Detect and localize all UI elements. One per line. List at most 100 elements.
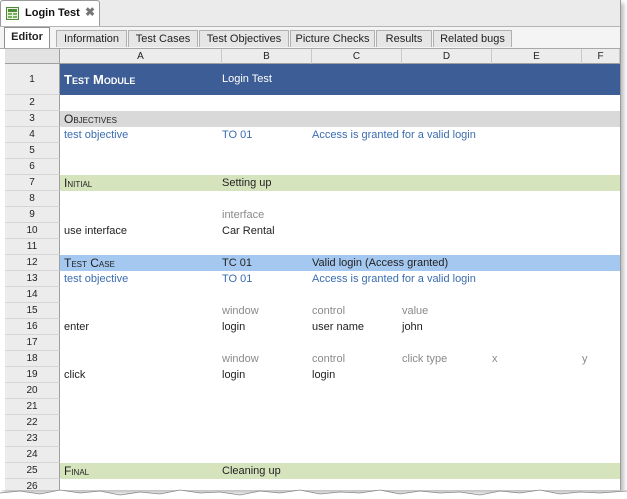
cell-b-9[interactable]: interface (222, 207, 264, 223)
row-number[interactable]: 4 (5, 127, 60, 143)
cell-e-18[interactable]: x (492, 351, 498, 367)
cell-b-19[interactable]: login (222, 367, 245, 383)
grid-row-16[interactable]: 16 enter login user name john (5, 319, 620, 335)
grid-row-1[interactable]: 1 Test Module Login Test (5, 64, 620, 95)
cell-a-13[interactable]: test objective (64, 271, 128, 287)
cell-c-13[interactable]: Access is granted for a valid login (312, 271, 476, 287)
row-number[interactable]: 12 (5, 255, 60, 271)
grid-row-9[interactable]: 9 interface (5, 207, 620, 223)
cell-b-18[interactable]: window (222, 351, 259, 367)
cell-c-19[interactable]: login (312, 367, 335, 383)
grid-row-24[interactable]: 24 (5, 447, 620, 463)
column-header-c[interactable]: C (312, 49, 402, 64)
cell-a-12[interactable]: Test Case (64, 255, 115, 271)
grid-row-14[interactable]: 14 (5, 287, 620, 303)
grid-row-25[interactable]: 25 Final Cleaning up (5, 463, 620, 479)
grid-row-13[interactable]: 13 test objective TO 01 Access is granted f… (5, 271, 620, 287)
cell-c-12[interactable]: Valid login (Access granted) (312, 255, 448, 271)
cell-d-16[interactable]: john (402, 319, 423, 335)
row-number[interactable]: 8 (5, 191, 60, 207)
row-number[interactable]: 23 (5, 431, 60, 447)
grid-row-21[interactable]: 21 (5, 399, 620, 415)
row-number[interactable]: 17 (5, 335, 60, 351)
tab-editor[interactable]: Editor (4, 27, 50, 48)
cell-a-4[interactable]: test objective (64, 127, 128, 143)
row-number[interactable]: 10 (5, 223, 60, 239)
grid-row-11[interactable]: 11 (5, 239, 620, 255)
cell-a-10[interactable]: use interface (64, 223, 127, 239)
cell-c-15[interactable]: control (312, 303, 345, 319)
grid-row-10[interactable]: 10 use interface Car Rental (5, 223, 620, 239)
column-header-b[interactable]: B (222, 49, 312, 64)
cell-f-18[interactable]: y (582, 351, 588, 367)
row-number[interactable]: 14 (5, 287, 60, 303)
cell-b-25[interactable]: Cleaning up (222, 463, 281, 479)
grid-corner[interactable] (5, 49, 60, 64)
cell-b-4[interactable]: TO 01 (222, 127, 252, 143)
row-number[interactable]: 1 (5, 64, 60, 95)
grid-row-4[interactable]: 4 test objective TO 01 Access is granted fo… (5, 127, 620, 143)
cell-b-15[interactable]: window (222, 303, 259, 319)
grid-row-7[interactable]: 7 Initial Setting up (5, 175, 620, 191)
grid-row-20[interactable]: 20 (5, 383, 620, 399)
tab-picture-checks[interactable]: Picture Checks (290, 30, 375, 47)
grid-row-2[interactable]: 2 (5, 95, 620, 111)
row-number[interactable]: 3 (5, 111, 60, 127)
tab-related-bugs[interactable]: Related bugs (433, 30, 512, 47)
cell-a-25[interactable]: Final (64, 463, 89, 479)
row-number[interactable]: 18 (5, 351, 60, 367)
close-icon[interactable]: ✖ (85, 5, 95, 19)
row-number[interactable]: 2 (5, 95, 60, 111)
row-number[interactable]: 13 (5, 271, 60, 287)
cell-a-16[interactable]: enter (64, 319, 89, 335)
row-number[interactable]: 16 (5, 319, 60, 335)
cell-b-16[interactable]: login (222, 319, 245, 335)
cell-a-3[interactable]: Objectives (64, 111, 117, 127)
document-tab-login-test[interactable]: Login Test ✖ (0, 0, 100, 26)
tab-results[interactable]: Results (376, 30, 432, 47)
cell-b-13[interactable]: TO 01 (222, 271, 252, 287)
row-number[interactable]: 15 (5, 303, 60, 319)
row-number[interactable]: 5 (5, 143, 60, 159)
grid-row-6[interactable]: 6 (5, 159, 620, 175)
grid-row-3[interactable]: 3 Objectives (5, 111, 620, 127)
row-number[interactable]: 21 (5, 399, 60, 415)
cell-c-18[interactable]: control (312, 351, 345, 367)
tab-information[interactable]: Information (56, 30, 127, 47)
cell-c-16[interactable]: user name (312, 319, 364, 335)
column-header-a[interactable]: A (60, 49, 222, 64)
column-header-d[interactable]: D (402, 49, 492, 64)
grid-row-12[interactable]: 12 Test Case TC 01 Valid login (Access gran… (5, 255, 620, 271)
row-number[interactable]: 19 (5, 367, 60, 383)
cell-c-4[interactable]: Access is granted for a valid login (312, 127, 476, 143)
cell-d-15[interactable]: value (402, 303, 428, 319)
row-number[interactable]: 11 (5, 239, 60, 255)
column-header-f[interactable]: F (582, 49, 620, 64)
grid-row-5[interactable]: 5 (5, 143, 620, 159)
row-number[interactable]: 7 (5, 175, 60, 191)
tab-test-objectives[interactable]: Test Objectives (199, 30, 289, 47)
row-number[interactable]: 20 (5, 383, 60, 399)
cell-b-7[interactable]: Setting up (222, 175, 272, 191)
spreadsheet-grid[interactable]: A B C D E F 1 Test Module Login Test 2 3 Obje… (5, 49, 620, 490)
grid-row-8[interactable]: 8 (5, 191, 620, 207)
cell-b-1[interactable]: Login Test (222, 64, 272, 95)
grid-row-18[interactable]: 18 window control click type x y (5, 351, 620, 367)
row-number[interactable]: 25 (5, 463, 60, 479)
row-number[interactable]: 9 (5, 207, 60, 223)
grid-row-15[interactable]: 15 window control value (5, 303, 620, 319)
grid-row-23[interactable]: 23 (5, 431, 620, 447)
cell-a-7[interactable]: Initial (64, 175, 92, 191)
row-number[interactable]: 22 (5, 415, 60, 431)
row-number[interactable]: 24 (5, 447, 60, 463)
cell-d-18[interactable]: click type (402, 351, 447, 367)
grid-row-19[interactable]: 19 click login login (5, 367, 620, 383)
grid-row-22[interactable]: 22 (5, 415, 620, 431)
row-number[interactable]: 6 (5, 159, 60, 175)
cell-b-12[interactable]: TC 01 (222, 255, 252, 271)
column-header-e[interactable]: E (492, 49, 582, 64)
tab-test-cases[interactable]: Test Cases (128, 30, 198, 47)
cell-a-1[interactable]: Test Module (64, 64, 135, 95)
cell-a-19[interactable]: click (64, 367, 85, 383)
cell-b-10[interactable]: Car Rental (222, 223, 275, 239)
